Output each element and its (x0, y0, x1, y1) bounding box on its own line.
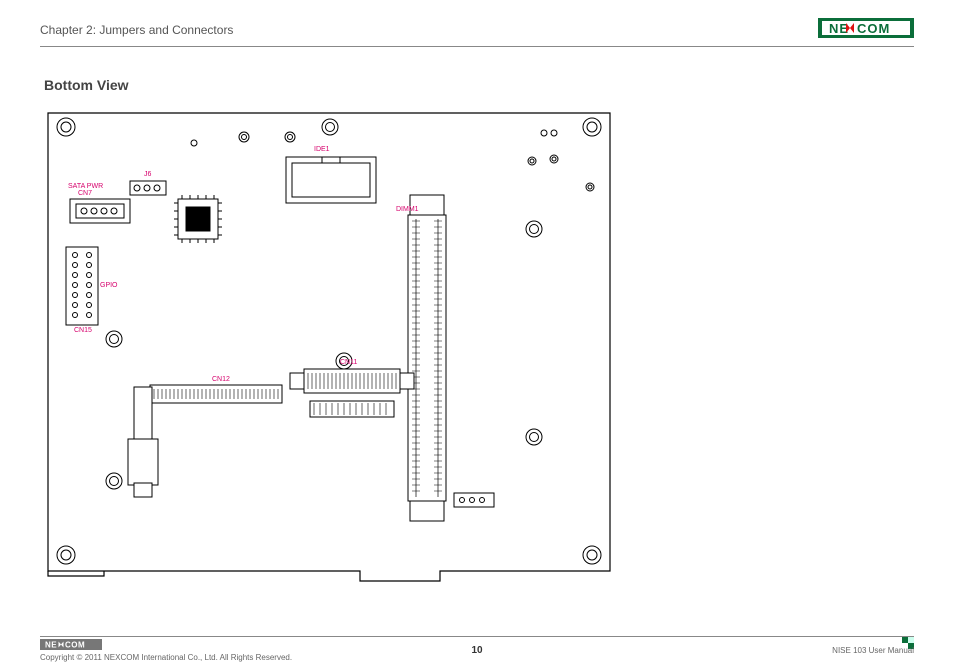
label-cn15: CN15 (74, 327, 92, 334)
label-dimm1: DIMM1 (396, 206, 419, 213)
copyright-text: Copyright © 2011 NEXCOM International Co… (40, 653, 292, 662)
label-j6: J6 (144, 171, 151, 178)
page-header: Chapter 2: Jumpers and Connectors NE COM (40, 18, 914, 42)
label-cn11: CN11 (340, 359, 357, 366)
pcb-bottom-view (44, 101, 614, 583)
board-diagram: IDE1 J6 SATA PWR CN7 DIMM1 GPIO CN15 CN1… (44, 101, 614, 583)
svg-text:COM: COM (857, 21, 890, 36)
header-rule (40, 46, 914, 47)
label-sata-pwr: SATA PWR (68, 183, 103, 190)
label-gpio: GPIO (100, 282, 118, 289)
manual-name: NISE 103 User Manual (832, 646, 914, 655)
page: Chapter 2: Jumpers and Connectors NE COM… (0, 0, 954, 672)
svg-text:NE: NE (45, 641, 57, 650)
label-ide1: IDE1 (314, 146, 330, 153)
brand-logo: NE COM (818, 18, 914, 43)
brand-logo-footer: NE COM (40, 639, 102, 652)
page-number: 10 (471, 645, 482, 656)
label-cn7: CN7 (78, 190, 92, 197)
footer-rule (40, 636, 914, 637)
section-title: Bottom View (44, 77, 914, 93)
label-cn12: CN12 (212, 376, 230, 383)
svg-text:COM: COM (65, 641, 85, 650)
chapter-title: Chapter 2: Jumpers and Connectors (40, 23, 233, 37)
page-footer: NE COM Copyright © 2011 NEXCOM Internati… (40, 636, 914, 662)
